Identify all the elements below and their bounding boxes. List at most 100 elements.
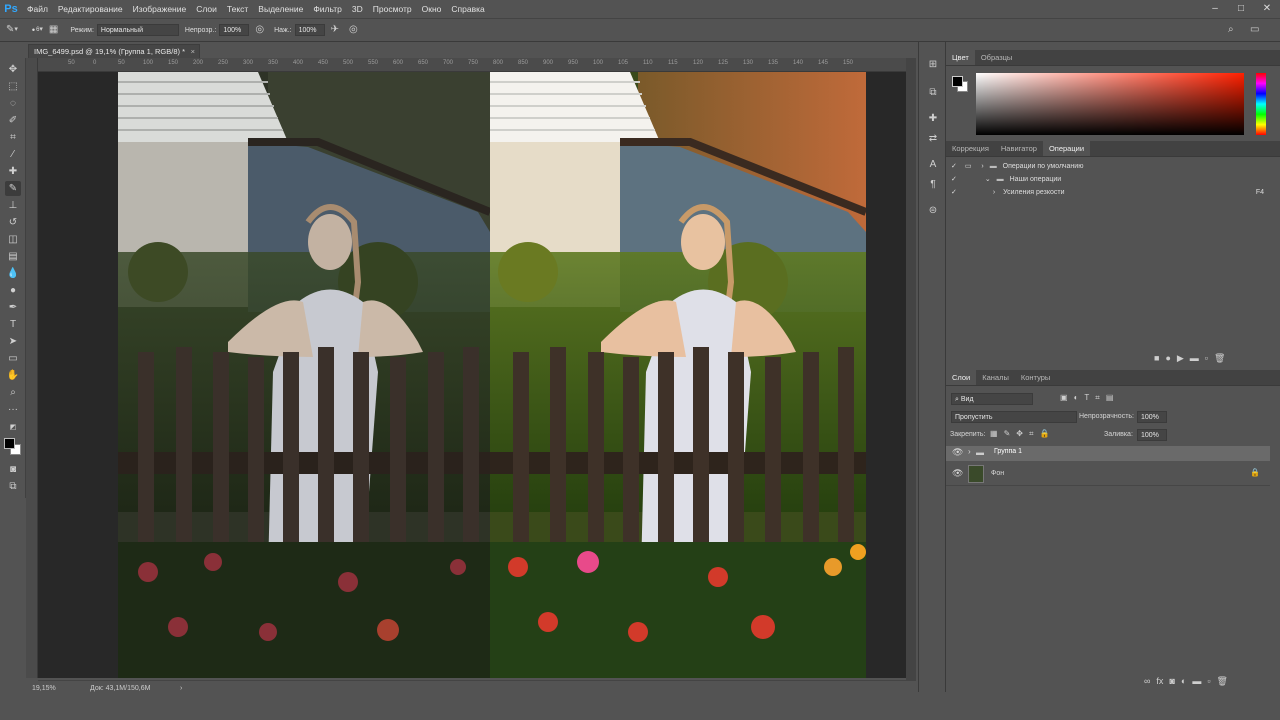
search-icon[interactable]: ⌕ xyxy=(1228,24,1234,36)
minimize-button[interactable]: – xyxy=(1202,0,1228,18)
blend-mode-select[interactable]: Пропустить xyxy=(951,411,1077,423)
foreground-swatch[interactable] xyxy=(952,76,963,87)
visibility-eye-icon[interactable]: 👁 xyxy=(952,468,963,479)
action-set-row[interactable]: ✓ ▭ › ▬ Операции по умолчанию xyxy=(946,160,1280,173)
menu-item[interactable]: Редактирование xyxy=(53,0,128,18)
zoom-level[interactable]: 19,15% xyxy=(32,685,82,692)
tab-color[interactable]: Цвет xyxy=(946,50,975,65)
crop-tool-icon[interactable]: ⌗ xyxy=(5,130,21,145)
move-tool-icon[interactable]: ✥ xyxy=(5,62,21,77)
mode-select[interactable]: Нормальный xyxy=(96,24,179,36)
close-window-button[interactable]: ✕ xyxy=(1254,0,1280,18)
lock-position-icon[interactable]: ✥ xyxy=(1016,429,1023,439)
close-tab-icon[interactable]: × xyxy=(191,45,195,59)
screen-mode-icon[interactable]: ⧉ xyxy=(5,479,21,494)
link-icon[interactable]: ∞ xyxy=(1144,676,1150,687)
lock-transparency-icon[interactable]: ▦ xyxy=(990,429,998,439)
paragraph-panel-icon[interactable]: ¶ xyxy=(925,178,941,192)
clone-stamp-tool-icon[interactable]: ⊥ xyxy=(5,198,21,213)
gradient-tool-icon[interactable]: ▤ xyxy=(5,249,21,264)
chevron-down-icon[interactable]: ▾ xyxy=(14,24,18,36)
menu-item[interactable]: Фильтр xyxy=(308,0,347,18)
fx-icon[interactable]: fx xyxy=(1156,676,1163,687)
default-colors-icon[interactable]: ◩ xyxy=(5,420,21,435)
stop-icon[interactable]: ■ xyxy=(1154,353,1159,364)
type-filter-icon[interactable]: T xyxy=(1084,393,1089,403)
document-tab[interactable]: IMG_6499.psd @ 19,1% (Группа 1, RGB/8) *… xyxy=(28,44,200,58)
lock-all-icon[interactable]: 🔒 xyxy=(1039,429,1049,439)
chevron-right-icon[interactable]: › xyxy=(993,189,995,196)
chevron-right-icon[interactable]: › xyxy=(981,163,983,170)
eyedropper-tool-icon[interactable]: ⁄ xyxy=(5,147,21,162)
layer-row-background[interactable]: 👁 Фон 🔒 xyxy=(946,462,1270,486)
check-icon[interactable]: ✓ xyxy=(951,176,957,183)
chevron-down-icon[interactable]: ▾ xyxy=(39,24,43,36)
path-selection-tool-icon[interactable]: ➤ xyxy=(5,334,21,349)
hue-slider[interactable] xyxy=(1256,73,1266,135)
shape-filter-icon[interactable]: ⌗ xyxy=(1095,393,1100,403)
pressure-opacity-icon[interactable]: ◎ xyxy=(255,24,264,36)
play-icon[interactable]: ▶ xyxy=(1177,353,1184,364)
info-panel-icon[interactable]: ⊜ xyxy=(925,204,941,218)
adjustments-icon[interactable]: ⇄ xyxy=(925,132,941,146)
pixel-filter-icon[interactable]: ▣ xyxy=(1060,393,1068,403)
layer-opacity-field[interactable]: 100% xyxy=(1137,411,1167,423)
record-icon[interactable]: ● xyxy=(1165,353,1170,364)
eraser-tool-icon[interactable]: ◫ xyxy=(5,232,21,247)
history-panel-icon[interactable]: ⊞ xyxy=(925,58,941,72)
layer-name[interactable]: Группа 1 xyxy=(994,448,1022,455)
tab-swatches[interactable]: Образцы xyxy=(975,50,1019,65)
action-set-row[interactable]: ✓ ⌄ ▬ Наши операции xyxy=(946,173,1280,186)
tab-paths[interactable]: Контуры xyxy=(1015,370,1056,385)
new-set-icon[interactable]: ▬ xyxy=(1190,353,1199,364)
brush-tool-icon[interactable]: ✎ xyxy=(5,181,21,196)
check-icon[interactable]: ✓ xyxy=(951,189,957,196)
menu-item[interactable]: Изображение xyxy=(128,0,192,18)
tab-navigator[interactable]: Навигатор xyxy=(995,141,1043,156)
folder-icon[interactable]: ▬ xyxy=(1192,676,1201,687)
layer-name[interactable]: Фон xyxy=(991,470,1004,477)
tab-adjustments[interactable]: Коррекция xyxy=(946,141,995,156)
brush-tool-icon[interactable]: ✎ xyxy=(6,24,14,36)
visibility-eye-icon[interactable]: 👁 xyxy=(952,447,963,458)
tab-channels[interactable]: Каналы xyxy=(976,370,1015,385)
character-panel-icon[interactable]: A xyxy=(925,158,941,172)
tab-layers[interactable]: Слои xyxy=(946,370,977,385)
history-brush-tool-icon[interactable]: ↺ xyxy=(5,215,21,230)
maximize-button[interactable]: □ xyxy=(1228,0,1254,18)
workspace-icon[interactable]: ▭ xyxy=(1250,24,1259,36)
smart-object-filter-icon[interactable]: ▤ xyxy=(1106,393,1114,403)
trash-icon[interactable]: 🗑 xyxy=(1217,676,1228,687)
brush-presets-icon[interactable]: ✚ xyxy=(925,112,941,126)
menu-item[interactable]: 3D xyxy=(347,0,368,18)
adjustment-icon[interactable]: ◐ xyxy=(1181,676,1186,687)
properties-panel-icon[interactable]: ⧉ xyxy=(925,86,941,100)
tab-actions[interactable]: Операции xyxy=(1042,141,1091,156)
quick-selection-tool-icon[interactable]: ✐ xyxy=(5,113,21,128)
dodge-tool-icon[interactable]: ● xyxy=(5,283,21,298)
zoom-tool-icon[interactable]: ⌕ xyxy=(5,385,21,400)
menu-item[interactable]: Справка xyxy=(446,0,489,18)
type-tool-icon[interactable]: T xyxy=(5,317,21,332)
dialog-toggle-icon[interactable]: ▭ xyxy=(965,163,972,170)
menu-item[interactable]: Слои xyxy=(191,0,222,18)
shape-tool-icon[interactable]: ▭ xyxy=(5,351,21,366)
mask-icon[interactable]: ◙ xyxy=(1169,676,1174,687)
pressure-size-icon[interactable]: ◎ xyxy=(349,24,358,36)
color-picker-field[interactable] xyxy=(976,73,1244,135)
fill-field[interactable]: 100% xyxy=(1137,429,1167,441)
status-menu-arrow[interactable]: › xyxy=(180,685,182,692)
chevron-right-icon[interactable]: › xyxy=(968,447,971,456)
lasso-tool-icon[interactable]: ◌ xyxy=(5,96,21,111)
hand-tool-icon[interactable]: ✋ xyxy=(5,368,21,383)
trash-icon[interactable]: 🗑 xyxy=(1214,353,1225,364)
pressure-field[interactable]: 100% xyxy=(294,24,325,36)
menu-item[interactable]: Файл xyxy=(22,0,53,18)
adjustment-filter-icon[interactable]: ◐ xyxy=(1074,393,1079,403)
pen-tool-icon[interactable]: ✒ xyxy=(5,300,21,315)
new-action-icon[interactable]: ▫ xyxy=(1205,353,1208,364)
check-icon[interactable]: ✓ xyxy=(951,163,957,170)
menu-item[interactable]: Текст xyxy=(222,0,253,18)
action-row[interactable]: ✓ › Усиления резкости F4 xyxy=(946,186,1280,199)
quick-mask-icon[interactable]: ◙ xyxy=(5,462,21,477)
